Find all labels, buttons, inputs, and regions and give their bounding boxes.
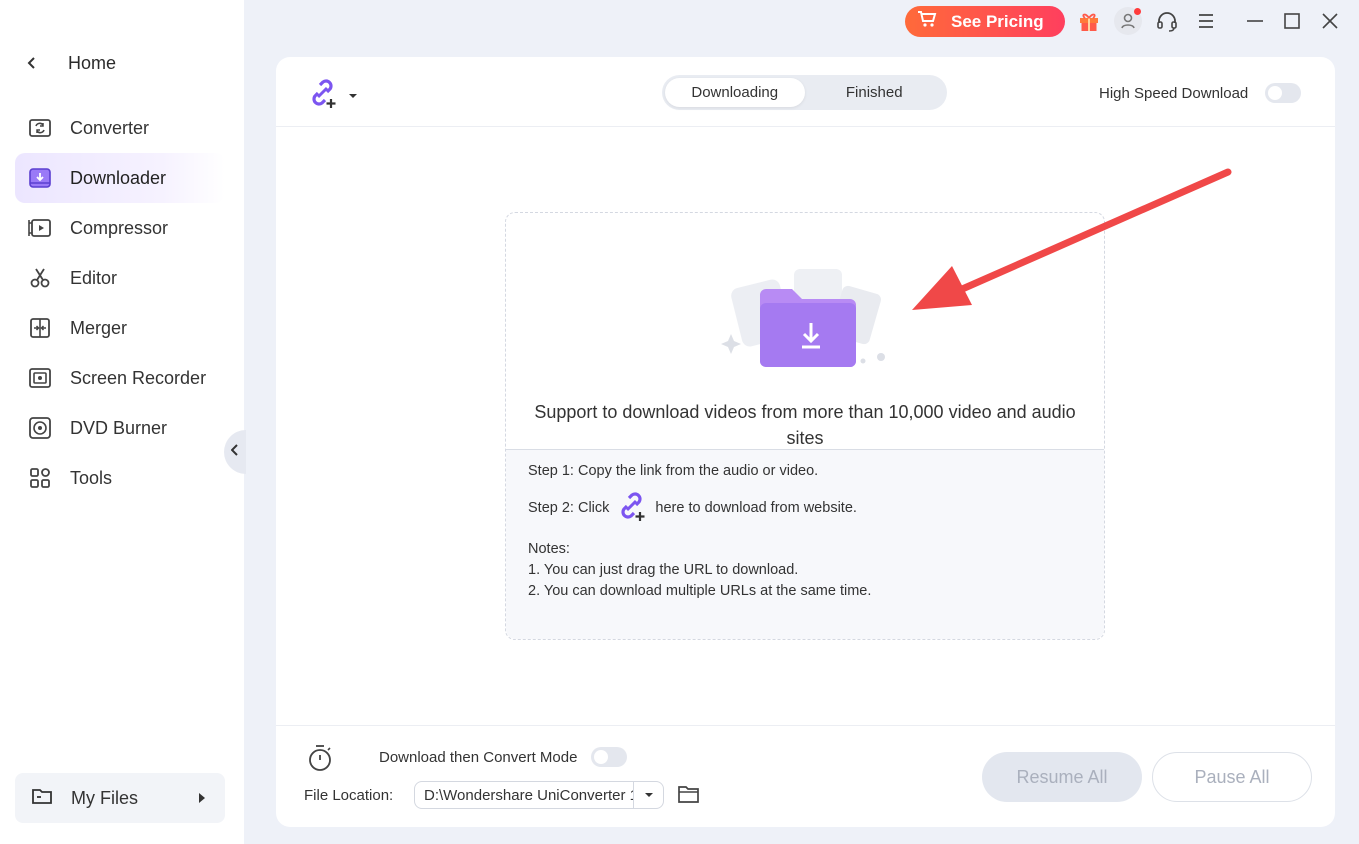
add-url-button[interactable]	[306, 77, 358, 114]
tab-downloading[interactable]: Downloading	[665, 78, 805, 107]
headset-icon[interactable]	[1154, 8, 1180, 34]
sidebar-item-label: Screen Recorder	[70, 367, 207, 388]
compressor-icon	[27, 215, 53, 241]
gift-icon[interactable]	[1076, 8, 1102, 34]
cart-icon	[917, 10, 937, 33]
open-folder-icon[interactable]	[677, 783, 701, 810]
file-location-label: File Location:	[304, 787, 394, 804]
notes-title: Notes:	[528, 541, 570, 557]
screen-recorder-icon	[27, 365, 53, 391]
note-2: 2. You can download multiple URLs at the…	[528, 583, 872, 599]
home-button[interactable]: Home	[22, 46, 116, 80]
schedule-timer-icon[interactable]	[307, 744, 333, 777]
link-add-icon[interactable]	[615, 490, 649, 526]
downloader-icon	[27, 165, 53, 191]
notes: Notes: 1. You can just drag the URL to d…	[528, 539, 1082, 602]
caret-right-icon	[197, 789, 207, 810]
instructions: Step 1: Copy the link from the audio or …	[506, 450, 1104, 639]
chevron-down-icon[interactable]	[633, 782, 663, 808]
see-pricing-button[interactable]: See Pricing	[905, 6, 1065, 37]
download-tabs: Downloading Finished	[662, 75, 947, 110]
step2-prefix: Step 2: Click	[528, 500, 610, 516]
file-location-value: D:\Wondershare UniConverter 1	[424, 786, 633, 804]
note-1: 1. You can just drag the URL to download…	[528, 562, 799, 578]
sidebar-item-label: Tools	[70, 467, 113, 488]
sidebar-item-merger[interactable]: Merger	[15, 303, 225, 353]
dvd-icon	[27, 415, 53, 441]
chevron-left-icon	[230, 443, 239, 461]
high-speed-download: High Speed Download	[1099, 83, 1302, 103]
home-label: Home	[68, 52, 117, 73]
file-location-select[interactable]: D:\Wondershare UniConverter 1	[414, 781, 664, 809]
close-icon[interactable]	[1317, 8, 1343, 34]
sidebar-item-label: DVD Burner	[70, 417, 168, 438]
sidebar-item-label: Downloader	[70, 167, 167, 188]
merger-icon	[27, 315, 53, 341]
sidebar: Home Converter Downloader Compressor Edi…	[0, 0, 244, 844]
drop-zone[interactable]: Support to download videos from more tha…	[505, 212, 1105, 640]
link-add-icon	[306, 77, 340, 114]
pause-all-button[interactable]: Pause All	[1152, 752, 1312, 802]
notification-dot	[1134, 8, 1141, 15]
caret-down-icon[interactable]	[348, 87, 358, 105]
downloader-panel: Downloading Finished High Speed Download	[276, 57, 1335, 827]
my-files-label: My Files	[71, 787, 138, 808]
menu-icon[interactable]	[1193, 8, 1219, 34]
sidebar-item-label: Editor	[70, 267, 118, 288]
sidebar-item-editor[interactable]: Editor	[15, 253, 225, 303]
tools-grid-icon	[27, 465, 53, 491]
converter-icon	[27, 115, 53, 141]
minimize-icon[interactable]	[1242, 8, 1268, 34]
panel-footer: Download then Convert Mode File Location…	[276, 725, 1335, 827]
maximize-icon[interactable]	[1279, 8, 1305, 34]
convert-mode-label: Download then Convert Mode	[379, 748, 578, 766]
panel-header: Downloading Finished High Speed Download	[276, 57, 1335, 127]
convert-mode-toggle[interactable]	[591, 747, 628, 767]
sidebar-item-tools[interactable]: Tools	[15, 453, 225, 503]
step2-suffix: here to download from website.	[655, 500, 857, 516]
sidebar-item-compressor[interactable]: Compressor	[15, 203, 225, 253]
step1-text: Step 1: Copy the link from the audio or …	[528, 463, 819, 479]
sidebar-item-converter[interactable]: Converter	[15, 103, 225, 153]
sidebar-item-label: Compressor	[70, 217, 169, 238]
account-icon[interactable]	[1114, 7, 1142, 35]
sidebar-item-dvd-burner[interactable]: DVD Burner	[15, 403, 225, 453]
sidebar-item-screen-recorder[interactable]: Screen Recorder	[15, 353, 225, 403]
sidebar-item-label: Merger	[70, 317, 128, 338]
pricing-label: See Pricing	[951, 11, 1044, 31]
sidebar-item-label: Converter	[70, 117, 150, 138]
high-speed-toggle[interactable]	[1265, 83, 1302, 103]
sidebar-item-downloader[interactable]: Downloader	[15, 153, 225, 203]
folder-icon	[31, 786, 53, 811]
resume-all-button[interactable]: Resume All	[982, 752, 1142, 802]
drop-zone-top: Support to download videos from more tha…	[506, 213, 1104, 450]
scissors-icon	[27, 265, 53, 291]
download-folder-illustration	[716, 261, 896, 371]
tab-finished[interactable]: Finished	[805, 78, 945, 107]
chevron-left-icon	[22, 53, 42, 73]
support-text: Support to download videos from more tha…	[534, 402, 1076, 448]
my-files-button[interactable]: My Files	[15, 773, 225, 823]
sidebar-nav: Converter Downloader Compressor Editor M…	[15, 103, 225, 503]
step2-row: Step 2: Click here to download from webs…	[528, 490, 1082, 526]
convert-mode: Download then Convert Mode	[379, 747, 628, 767]
high-speed-label: High Speed Download	[1099, 84, 1249, 102]
